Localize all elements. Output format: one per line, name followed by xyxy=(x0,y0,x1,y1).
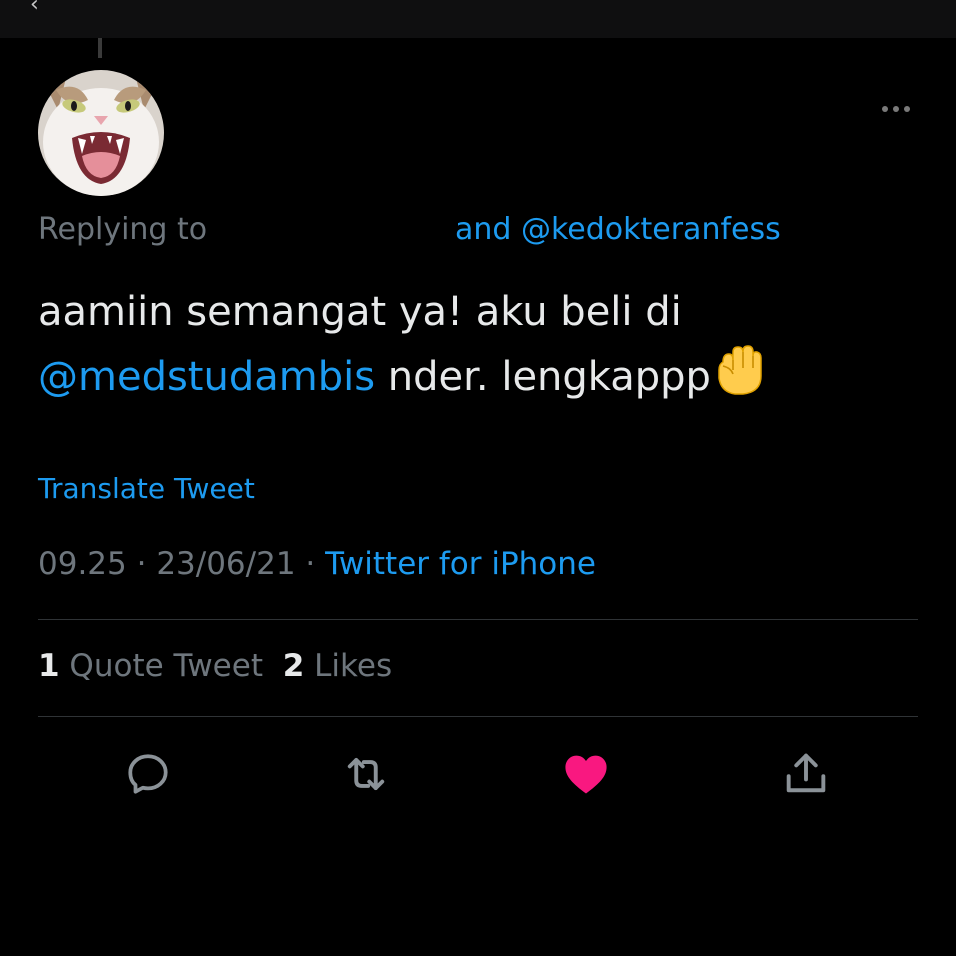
tweet-meta: 09.25 · 23/06/21 · Twitter for iPhone xyxy=(38,546,596,582)
tweet-source-link[interactable]: Twitter for iPhone xyxy=(325,546,596,582)
replying-to-label: Replying to xyxy=(38,212,208,247)
quote-label: Quote Tweet xyxy=(59,648,263,684)
tweet-text-line-2: @medstudambis nder. lengkappp xyxy=(38,344,763,409)
reply-icon xyxy=(128,754,168,794)
avatar[interactable] xyxy=(38,70,164,196)
replying-to-mentions[interactable]: and @kedokteranfess xyxy=(455,212,781,247)
heart-icon xyxy=(565,755,607,794)
mention-link[interactable]: @medstudambis xyxy=(38,354,375,400)
share-icon xyxy=(786,753,826,793)
meta-separator: · xyxy=(295,546,326,582)
more-options-icon[interactable] xyxy=(876,96,916,122)
tweet-stats: 1 Quote Tweet 2 Likes xyxy=(38,648,392,684)
replying-to: Replying to and @kedokteranfess xyxy=(38,212,781,247)
raised-fist-icon xyxy=(718,345,762,395)
divider xyxy=(38,619,918,620)
reply-button[interactable] xyxy=(122,748,174,800)
tweet-date: 23/06/21 xyxy=(156,546,296,582)
tweet-time: 09.25 xyxy=(38,546,127,582)
thread-connector-line xyxy=(98,38,102,58)
retweet-button[interactable] xyxy=(340,748,392,800)
cat-avatar-image xyxy=(38,70,164,196)
quote-tweets-stat[interactable]: 1 Quote Tweet xyxy=(38,648,263,684)
top-bar: ‹ xyxy=(0,0,956,38)
meta-separator: · xyxy=(126,546,157,582)
retweet-icon xyxy=(347,757,385,791)
chevron-left-icon[interactable]: ‹ xyxy=(30,0,39,17)
tweet-detail-page: ‹ Replying to and @kedokteranfess aamiin… xyxy=(0,0,956,956)
quote-count: 1 xyxy=(38,648,60,684)
divider xyxy=(38,716,918,717)
like-button[interactable] xyxy=(560,748,612,800)
tweet-text: aamiin semangat ya! aku beli di @medstud… xyxy=(38,280,763,409)
likes-stat[interactable]: 2 Likes xyxy=(283,648,392,684)
translate-tweet-link[interactable]: Translate Tweet xyxy=(38,472,255,505)
tweet-text-rest: nder. lengkappp xyxy=(375,354,711,400)
tweet-text-line-1: aamiin semangat ya! aku beli di xyxy=(38,289,682,335)
likes-count: 2 xyxy=(282,648,305,684)
likes-label: Likes xyxy=(304,648,393,684)
share-button[interactable] xyxy=(780,748,832,800)
